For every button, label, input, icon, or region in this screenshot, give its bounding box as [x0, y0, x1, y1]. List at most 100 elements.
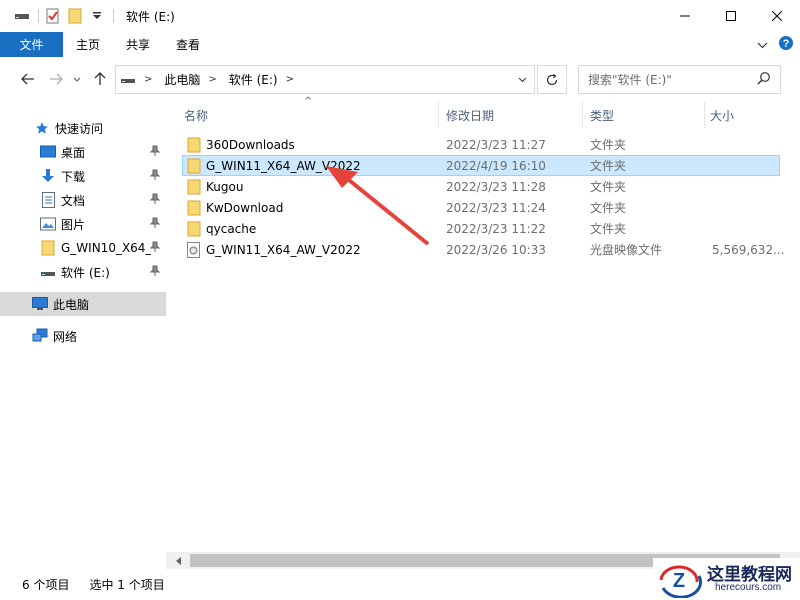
file-date: 2022/3/23 11:27: [446, 137, 546, 152]
sidebar-item-this-pc[interactable]: 此电脑: [0, 292, 166, 316]
sidebar-item-label: 图片: [61, 217, 86, 232]
file-size: 5,569,632...: [712, 242, 785, 257]
file-row[interactable]: KwDownload 2022/3/23 11:24 文件夹: [182, 197, 780, 218]
file-name: 360Downloads: [206, 137, 295, 152]
sidebar-item-label: 桌面: [61, 145, 86, 160]
file-list: ^ 名称 修改日期 类型 大小 360Downloads 2022/3/23 1…: [166, 96, 800, 560]
pin-icon: [149, 265, 161, 280]
file-name: KwDownload: [206, 200, 284, 215]
file-row[interactable]: 360Downloads 2022/3/23 11:27 文件夹: [182, 134, 780, 155]
minimize-button[interactable]: [662, 0, 708, 32]
forward-button[interactable]: [46, 69, 66, 89]
tab-share[interactable]: 共享: [113, 32, 163, 57]
file-type: 文件夹: [590, 222, 627, 236]
sidebar-item-desktop[interactable]: 桌面: [0, 140, 166, 164]
refresh-button[interactable]: [537, 65, 567, 94]
ribbon-controls: ?: [757, 32, 794, 57]
download-icon: [40, 168, 56, 184]
breadcrumb-chevron[interactable]: >: [286, 74, 294, 85]
chevron-down-icon[interactable]: [89, 8, 105, 24]
minimize-icon: [680, 15, 690, 17]
chevron-down-icon: [757, 42, 768, 48]
chevron-down-icon: [518, 77, 526, 82]
recent-locations-button[interactable]: [70, 69, 84, 89]
search-input[interactable]: 搜索"软件 (E:)": [578, 65, 781, 94]
column-header-date[interactable]: 修改日期: [446, 102, 494, 128]
properties-icon[interactable]: [45, 8, 61, 24]
file-date: 2022/4/19 16:10: [446, 158, 546, 173]
arrow-up-icon: [94, 72, 106, 85]
tab-home[interactable]: 主页: [63, 32, 113, 57]
picture-icon: [40, 216, 56, 232]
tab-view[interactable]: 查看: [163, 32, 213, 57]
file-type: 光盘映像文件: [590, 243, 663, 257]
folder-icon: [187, 221, 203, 237]
quick-access-toolbar: 软件 (E:): [0, 0, 175, 32]
breadcrumb-chevron[interactable]: >: [144, 74, 152, 85]
breadcrumb-drive-e[interactable]: 软件 (E:): [229, 71, 278, 88]
tab-file[interactable]: 文件: [0, 32, 63, 57]
up-button[interactable]: [90, 69, 110, 89]
search-icon: [757, 71, 771, 88]
arrow-right-icon: [50, 73, 63, 85]
back-button[interactable]: [18, 69, 38, 89]
sidebar-item-label: G_WIN10_X64_: [61, 241, 151, 255]
chevron-down-icon: [73, 77, 81, 82]
disc-image-icon: [187, 242, 203, 258]
sidebar-item-g-win10-folder[interactable]: G_WIN10_X64_: [0, 236, 166, 260]
sidebar-item-downloads[interactable]: 下载: [0, 164, 166, 188]
close-icon: [772, 11, 782, 21]
file-row[interactable]: qycache 2022/3/23 11:22 文件夹: [182, 218, 780, 239]
pin-icon: [149, 145, 161, 160]
scroll-left-icon: [175, 556, 181, 565]
computer-icon: [32, 296, 48, 312]
sidebar-item-label: 文档: [61, 193, 86, 208]
close-button[interactable]: [754, 0, 800, 32]
drive-icon[interactable]: [14, 8, 30, 24]
column-divider[interactable]: [582, 102, 583, 128]
sidebar-item-quick-access[interactable]: 快速访问: [0, 116, 166, 140]
file-row-selected[interactable]: G_WIN11_X64_AW_V2022 2022/4/19 16:10 文件夹: [182, 155, 780, 176]
sidebar-item-documents[interactable]: 文档: [0, 188, 166, 212]
window-title: 软件 (E:): [126, 9, 175, 24]
column-divider[interactable]: [438, 102, 439, 128]
file-row[interactable]: Kugou 2022/3/23 11:28 文件夹: [182, 176, 780, 197]
network-icon: [32, 328, 48, 344]
breadcrumb-this-pc[interactable]: 此电脑: [164, 71, 200, 88]
folder-icon: [187, 200, 203, 216]
navigation-bar: > 此电脑 > 软件 (E:) > 搜索"软件 (E:)": [0, 57, 800, 102]
arrow-left-icon: [21, 73, 34, 85]
sort-ascending-icon: ^: [304, 96, 313, 107]
new-folder-icon[interactable]: [67, 8, 83, 24]
sidebar-item-drive-e[interactable]: 软件 (E:): [0, 260, 166, 284]
maximize-button[interactable]: [708, 0, 754, 32]
selection-count: 选中 1 个项目: [89, 578, 165, 592]
file-name: qycache: [206, 221, 257, 236]
column-header-type[interactable]: 类型: [590, 102, 614, 128]
drive-icon: [40, 264, 56, 280]
file-row[interactable]: G_WIN11_X64_AW_V2022 2022/3/26 10:33 光盘映…: [182, 239, 785, 260]
help-button[interactable]: ?: [778, 35, 794, 54]
pin-icon: [149, 169, 161, 184]
title-bar: 软件 (E:): [0, 0, 800, 32]
column-header-name[interactable]: 名称: [184, 102, 208, 128]
address-dropdown-button[interactable]: [510, 66, 534, 93]
logo-icon: Z: [659, 565, 703, 598]
file-name: Kugou: [206, 179, 244, 194]
sidebar-item-pictures[interactable]: 图片: [0, 212, 166, 236]
pin-icon: [149, 241, 161, 256]
column-divider[interactable]: [704, 102, 705, 128]
navigation-pane: 快速访问 桌面 下载 文档 图片 G_WIN10_X64_ 软件 (E:) 此电…: [0, 102, 166, 560]
folder-icon: [187, 179, 203, 195]
file-type: 文件夹: [590, 138, 627, 152]
sidebar-item-network[interactable]: 网络: [0, 324, 166, 348]
svg-text:Z: Z: [673, 570, 685, 592]
column-header-size[interactable]: 大小: [710, 102, 734, 128]
svg-text:?: ?: [783, 38, 790, 50]
scroll-left-button[interactable]: [170, 552, 187, 569]
expand-ribbon-button[interactable]: [757, 38, 768, 52]
breadcrumb-chevron[interactable]: >: [208, 74, 216, 85]
address-bar[interactable]: > 此电脑 > 软件 (E:) >: [115, 65, 535, 94]
pin-icon: [149, 193, 161, 208]
drive-icon: [120, 72, 136, 88]
